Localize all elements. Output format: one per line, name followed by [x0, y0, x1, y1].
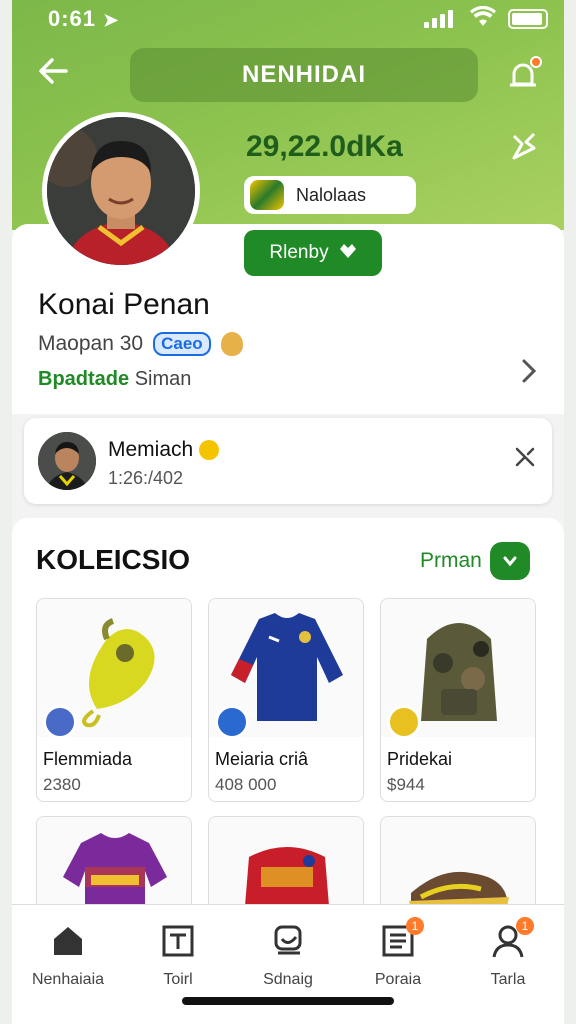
home-icon: [50, 923, 86, 959]
bottom-tab-bar: Nenhaiaia Toirl Sdnaig 1 Poraia 1 Tarla: [12, 904, 564, 1024]
collection-section: KOLEICSIO Prman Flemmiada 2380 Meiaria c…: [12, 518, 564, 1020]
wifi-icon: [470, 5, 496, 34]
item-name: Flemmiada: [43, 749, 133, 769]
collection-see-all[interactable]: Prman: [420, 542, 530, 580]
mini-name: Memiach: [108, 438, 220, 462]
bell-icon[interactable]: [506, 56, 542, 92]
tab-store[interactable]: Toirl: [128, 923, 228, 989]
profile-subtitle: Maopan 30 Caeo: [38, 332, 243, 356]
tab-profile[interactable]: 1 Tarla: [458, 917, 558, 989]
home-indicator[interactable]: [182, 997, 394, 1005]
emoji-icon: [220, 332, 243, 356]
mini-name-text: Memiach: [108, 438, 194, 461]
signal-icon: [424, 10, 453, 28]
notification-badge: 1: [406, 917, 424, 935]
item-name: Meiaria criâ: [215, 749, 309, 769]
mini-avatar: [38, 432, 96, 490]
profile-chip[interactable]: Caeo: [153, 332, 211, 356]
expand-icon[interactable]: [512, 444, 538, 477]
status-suffix: Siman: [134, 368, 192, 390]
mini-date: 1:26:/402: [108, 468, 184, 488]
tag-label: Nalolaas: [296, 184, 367, 205]
related-profile-card[interactable]: Memiach 1:26:/402: [24, 418, 552, 504]
chevron-right-icon[interactable]: [520, 358, 538, 391]
store-icon: [160, 923, 196, 959]
phone-screen: 0:61 ➤ NENHIDAI 29,22.0dKa Nalolaas Rlen…: [12, 0, 564, 1024]
item-value: 2380: [43, 775, 81, 794]
tab-label: Sdnaig: [263, 971, 313, 988]
club-badge-icon: [43, 705, 77, 739]
tab-scan[interactable]: Sdnaig: [238, 923, 338, 989]
club-badge-icon: [387, 705, 421, 739]
team-badge-icon: [250, 180, 284, 210]
tab-label: Poraia: [374, 971, 422, 988]
item-value: $944: [387, 775, 425, 794]
collection-item[interactable]: Pridekai $944: [380, 598, 536, 802]
page-title: NENHIDAI: [130, 48, 478, 102]
item-name: Pridekai: [387, 749, 453, 769]
tab-label: Toirl: [163, 971, 193, 988]
location-icon: ➤: [103, 10, 120, 30]
profile-status: Bpadtade Siman: [38, 368, 191, 391]
profile-subtitle-text: Maopan 30: [38, 332, 144, 355]
profile-name: Konai Penan: [38, 288, 210, 321]
item-value: 408 000: [215, 775, 277, 794]
tab-home[interactable]: Nenhaiaia: [18, 923, 118, 989]
share-icon[interactable]: [508, 130, 540, 164]
chevron-right-button[interactable]: [489, 542, 530, 580]
collection-link-label: Prman: [420, 549, 482, 572]
heart-icon: [339, 243, 357, 264]
club-badge-icon: [215, 705, 249, 739]
battery-icon: [508, 9, 548, 29]
follow-button-label: Rlenby: [269, 242, 329, 263]
profile-icon: 1: [490, 917, 534, 959]
follow-button[interactable]: Rlenby: [244, 230, 382, 276]
tab-label: Tarla: [490, 971, 526, 988]
tab-list[interactable]: 1 Poraia: [348, 917, 448, 989]
avatar[interactable]: [42, 112, 200, 270]
status-bar: 0:61 ➤: [12, 5, 564, 34]
time-label: 0:61: [48, 6, 97, 31]
status-time: 0:61 ➤: [48, 6, 119, 32]
collection-title: KOLEICSIO: [36, 544, 191, 575]
status-prefix: Bpadtade: [38, 368, 130, 390]
collection-item[interactable]: Flemmiada 2380: [36, 598, 192, 802]
profile-stat: 29,22.0dKa: [246, 130, 403, 163]
notification-badge: 1: [516, 917, 534, 935]
list-icon: 1: [380, 917, 424, 959]
notification-dot: [530, 56, 542, 68]
collection-item[interactable]: Meiaria criâ 408 000: [208, 598, 364, 802]
back-arrow-icon[interactable]: [36, 54, 76, 94]
smiley-icon: [199, 440, 220, 460]
tag-pill[interactable]: Nalolaas: [244, 176, 416, 214]
scan-icon: [270, 923, 306, 959]
tab-label: Nenhaiaia: [31, 971, 105, 988]
